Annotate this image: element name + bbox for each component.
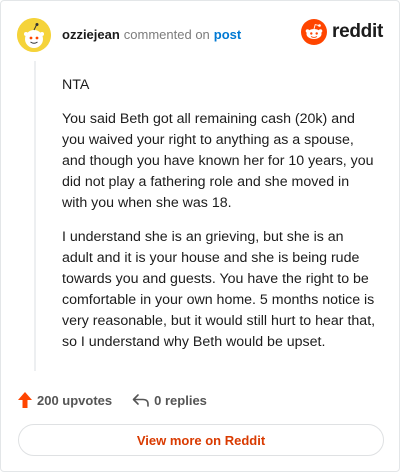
reddit-wordmark: reddit xyxy=(332,21,383,42)
username-link[interactable]: ozziejean xyxy=(62,27,120,42)
commented-on-text: commented on xyxy=(123,26,210,42)
reddit-logo-icon xyxy=(301,19,328,45)
thread-line xyxy=(34,61,36,371)
upvote-count: 200 upvotes xyxy=(37,392,113,408)
reply-button[interactable]: 0 replies xyxy=(132,392,207,408)
view-more-button[interactable]: View more on Reddit xyxy=(18,424,384,456)
upvote-button[interactable]: 200 upvotes xyxy=(17,391,112,409)
comment-paragraph: You said Beth got all remaining cash (20… xyxy=(62,111,374,211)
comment-paragraph: I understand she is an grieving, but she… xyxy=(62,229,376,350)
upvote-arrow-icon xyxy=(18,392,32,408)
reply-count: 0 replies xyxy=(154,392,207,408)
post-link[interactable]: post xyxy=(214,27,241,42)
comment-paragraph: NTA xyxy=(62,77,90,93)
reddit-brand[interactable]: reddit xyxy=(301,19,383,45)
reply-icon xyxy=(132,394,149,407)
snoo-avatar-icon[interactable] xyxy=(17,18,51,52)
comment-embed-card: ozziejean commented on post reddit NTA Y… xyxy=(0,0,400,472)
comment-meta: ozziejean commented on post xyxy=(62,27,241,42)
comment-actions: 200 upvotes 0 replies xyxy=(17,389,227,411)
comment-body: NTA You said Beth got all remaining cash… xyxy=(62,75,378,366)
comment-header: ozziejean commented on post reddit xyxy=(17,17,383,53)
